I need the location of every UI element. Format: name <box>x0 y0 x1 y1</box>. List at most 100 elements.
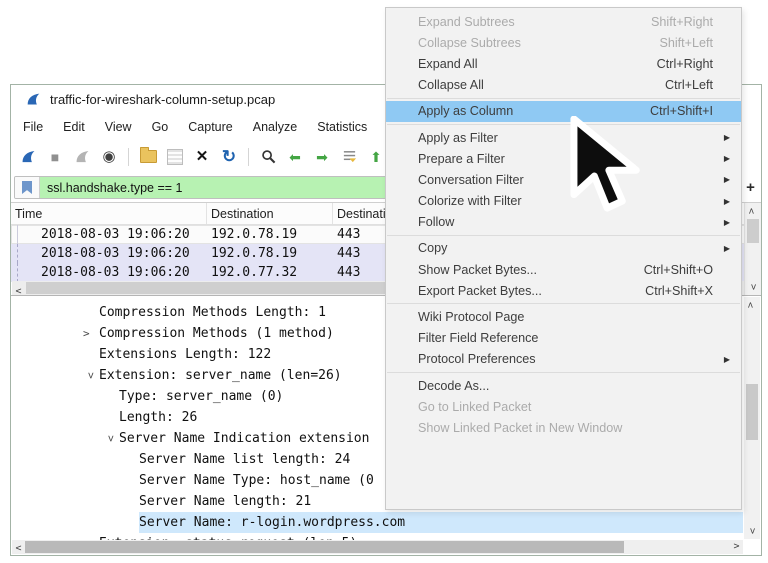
filter-text: ssl.handshake.type == 1 <box>47 181 183 195</box>
collapse-arrow-icon[interactable]: > <box>105 431 118 447</box>
menu-item-label: Conversation Filter <box>418 173 713 187</box>
menu-item-label: Expand All <box>418 57 657 71</box>
reload-file-icon[interactable]: ↻ <box>220 148 238 166</box>
menu-file[interactable]: File <box>13 120 53 134</box>
cell-time: 2018-08-03 19:06:20 <box>41 246 211 261</box>
capture-options-icon[interactable]: ◉ <box>100 148 118 166</box>
toolbar-separator <box>128 148 129 166</box>
menu-item-apply-as-filter[interactable]: Apply as Filter▶ <box>386 127 741 148</box>
menu-item-shortcut: Shift+Left <box>659 36 713 50</box>
row-gutter <box>11 225 41 244</box>
scroll-down-icon: > <box>745 525 759 538</box>
menu-item-label: Expand Subtrees <box>418 15 651 29</box>
column-header-time[interactable]: Time <box>11 203 207 224</box>
expand-arrow-icon[interactable]: > <box>83 327 99 340</box>
menu-separator <box>387 372 740 373</box>
column-header-destination[interactable]: Destination <box>207 203 333 224</box>
menu-item-decode-as[interactable]: Decode As... <box>386 375 741 396</box>
menu-item-collapse-subtrees: Collapse SubtreesShift+Left <box>386 32 741 53</box>
menu-item-label: Show Packet Bytes... <box>418 263 644 277</box>
menu-item-label: Collapse Subtrees <box>418 36 659 50</box>
stop-capture-icon[interactable]: ■ <box>46 148 64 166</box>
menu-item-label: Prepare a Filter <box>418 152 713 166</box>
packet-list-vscrollbar[interactable]: > > <box>744 203 761 295</box>
submenu-arrow-icon: ▶ <box>724 133 730 142</box>
filter-add-button[interactable]: + <box>743 179 758 196</box>
save-file-icon[interactable] <box>166 148 184 166</box>
menu-edit[interactable]: Edit <box>53 120 95 134</box>
menu-capture[interactable]: Capture <box>178 120 242 134</box>
cell-destination: 192.0.78.19 <box>211 227 337 242</box>
submenu-arrow-icon: ▶ <box>724 244 730 253</box>
close-file-icon[interactable]: ✕ <box>193 148 211 166</box>
menu-item-wiki-protocol-page[interactable]: Wiki Protocol Page <box>386 306 741 327</box>
scroll-left-icon: < <box>12 285 25 296</box>
menu-item-show-packet-bytes[interactable]: Show Packet Bytes...Ctrl+Shift+O <box>386 259 741 280</box>
row-gutter <box>11 263 41 282</box>
cell-destination: 192.0.78.19 <box>211 246 337 261</box>
details-hscrollbar[interactable]: < > <box>12 540 743 554</box>
menu-item-filter-field-reference[interactable]: Filter Field Reference <box>386 328 741 349</box>
menu-item-conversation-filter[interactable]: Conversation Filter ▶ <box>386 169 741 190</box>
menu-item-go-to-linked-packet: Go to Linked Packet <box>386 396 741 417</box>
menu-item-shortcut: Ctrl+Shift+X <box>645 284 713 298</box>
open-file-icon[interactable] <box>139 148 157 166</box>
scrollbar-thumb[interactable] <box>746 384 758 440</box>
menu-item-label: Show Linked Packet in New Window <box>418 421 713 435</box>
details-vscrollbar[interactable]: > > <box>744 297 760 539</box>
menu-item-protocol-preferences[interactable]: Protocol Preferences▶ <box>386 349 741 370</box>
menu-item-copy[interactable]: Copy▶ <box>386 238 741 259</box>
first-packet-icon[interactable]: ⬆ <box>367 148 385 166</box>
menu-item-show-linked-packet-in-new-window: Show Linked Packet in New Window <box>386 417 741 438</box>
next-packet-icon[interactable]: ➡ <box>313 148 331 166</box>
menu-item-label: Follow <box>418 215 713 229</box>
menu-item-expand-all[interactable]: Expand AllCtrl+Right <box>386 53 741 74</box>
menu-separator <box>387 303 740 304</box>
menu-item-label: Go to Linked Packet <box>418 400 713 414</box>
restart-capture-icon[interactable] <box>73 148 91 166</box>
scroll-up-icon: > <box>746 205 760 218</box>
scroll-right-icon: > <box>730 540 743 554</box>
menu-analyze[interactable]: Analyze <box>243 120 307 134</box>
menu-item-apply-as-column[interactable]: Apply as ColumnCtrl+Shift+I <box>386 101 741 122</box>
detail-text: Extensions Length: 122 <box>99 347 271 362</box>
menu-item-follow[interactable]: Follow▶ <box>386 212 741 233</box>
menu-separator <box>387 235 740 236</box>
menu-statistics[interactable]: Statistics <box>307 120 377 134</box>
previous-packet-icon[interactable]: ⬅ <box>286 148 304 166</box>
detail-line[interactable]: Server Name: r-login.wordpress.com <box>11 512 761 533</box>
scrollbar-thumb[interactable] <box>25 541 624 553</box>
submenu-arrow-icon: ▶ <box>724 175 730 184</box>
scroll-down-icon: > <box>746 281 760 294</box>
submenu-arrow-icon: ▶ <box>724 355 730 364</box>
collapse-arrow-icon[interactable]: > <box>85 368 98 384</box>
filter-bookmark-button[interactable] <box>15 177 40 198</box>
menu-separator <box>387 98 740 99</box>
find-packet-icon[interactable] <box>259 148 277 166</box>
start-capture-icon[interactable] <box>19 148 37 166</box>
toolbar-separator <box>248 148 249 166</box>
menu-item-label: Collapse All <box>418 78 665 92</box>
menu-item-prepare-a-filter[interactable]: Prepare a Filter▶ <box>386 148 741 169</box>
menu-item-label: Filter Field Reference <box>418 331 713 345</box>
menu-item-label: Decode As... <box>418 379 713 393</box>
menu-item-colorize-with-filter[interactable]: Colorize with Filter▶ <box>386 191 741 212</box>
detail-text: Server Name Indication extension <box>119 431 369 446</box>
menu-item-export-packet-bytes[interactable]: Export Packet Bytes...Ctrl+Shift+X <box>386 280 741 301</box>
menu-item-shortcut: Shift+Right <box>651 15 713 29</box>
mouse-cursor <box>567 116 645 218</box>
menu-go[interactable]: Go <box>142 120 179 134</box>
detail-text: Compression Methods Length: 1 <box>99 305 326 320</box>
detail-text: Server Name Type: host_name (0 <box>139 473 374 488</box>
goto-packet-icon[interactable] <box>340 148 358 166</box>
menu-item-shortcut: Ctrl+Left <box>665 78 713 92</box>
window-title: traffic-for-wireshark-column-setup.pcap <box>50 92 275 107</box>
menu-item-expand-subtrees: Expand SubtreesShift+Right <box>386 11 741 32</box>
menu-item-label: Wiki Protocol Page <box>418 310 713 324</box>
menu-item-shortcut: Ctrl+Right <box>657 57 713 71</box>
menu-view[interactable]: View <box>95 120 142 134</box>
menu-item-collapse-all[interactable]: Collapse AllCtrl+Left <box>386 75 741 96</box>
scrollbar-thumb[interactable] <box>747 219 759 243</box>
detail-text: Server Name length: 21 <box>139 494 311 509</box>
detail-text: Type: server_name (0) <box>119 389 283 404</box>
